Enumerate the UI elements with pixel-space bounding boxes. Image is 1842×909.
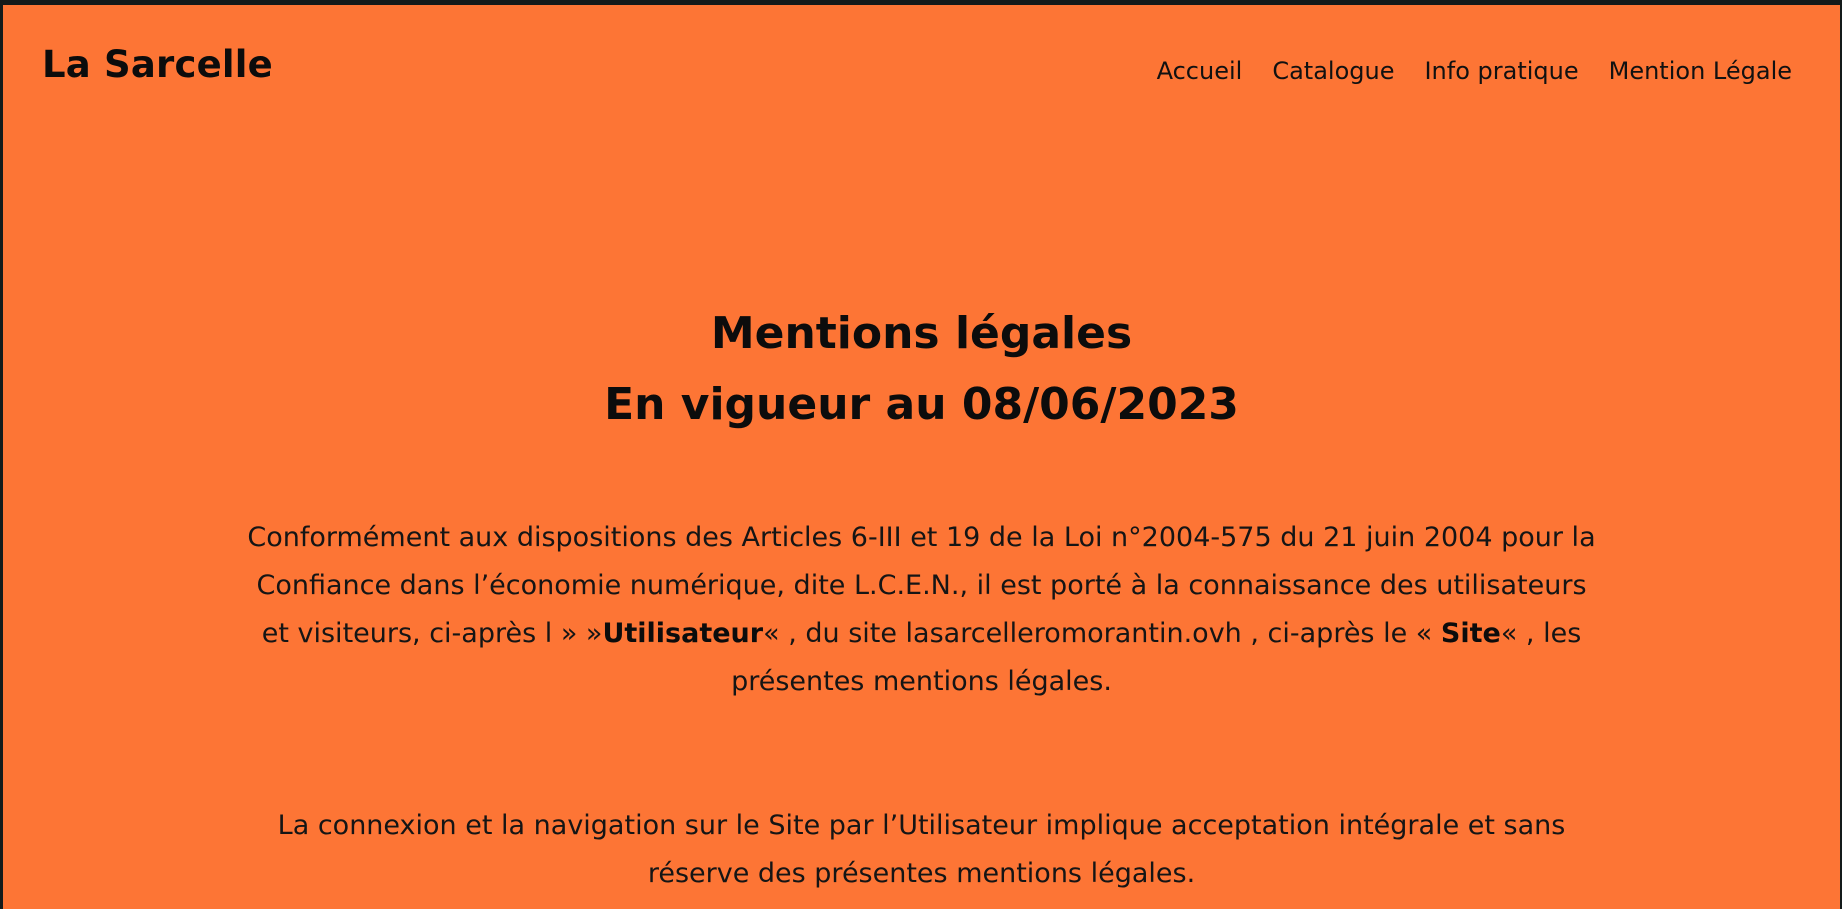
nav-item-catalogue: Catalogue <box>1257 54 1409 88</box>
page-title: Mentions légales <box>710 308 1133 359</box>
page: La Sarcelle Accueil Catalogue Info prati… <box>3 5 1840 909</box>
nav-link-accueil[interactable]: Accueil <box>1142 54 1258 88</box>
nav-link-catalogue[interactable]: Catalogue <box>1257 54 1409 88</box>
intro-paragraph: Conformément aux dispositions des Articl… <box>243 514 1600 706</box>
main-nav: Accueil Catalogue Info pratique Mention … <box>1142 54 1792 88</box>
page-subtitle-date: En vigueur au 08/06/2023 <box>604 379 1239 430</box>
site-logo-title[interactable]: La Sarcelle <box>42 43 273 86</box>
acceptance-paragraph: La connexion et la navigation sur le Sit… <box>277 810 1566 889</box>
intro-strong-site: Site <box>1440 618 1501 649</box>
nav-link-mention-legale[interactable]: Mention Légale <box>1594 54 1792 88</box>
intro-strong-utilisateur: Utilisateur <box>602 618 764 649</box>
site-header: La Sarcelle Accueil Catalogue Info prati… <box>3 5 1840 125</box>
nav-item-info-pratique: Info pratique <box>1409 54 1593 88</box>
nav-link-info-pratique[interactable]: Info pratique <box>1409 54 1593 88</box>
nav-item-accueil: Accueil <box>1142 54 1258 88</box>
nav-item-mention-legale: Mention Légale <box>1594 54 1792 88</box>
intro-text-part2: « , du site lasarcelleromorantin.ovh , c… <box>763 618 1441 649</box>
